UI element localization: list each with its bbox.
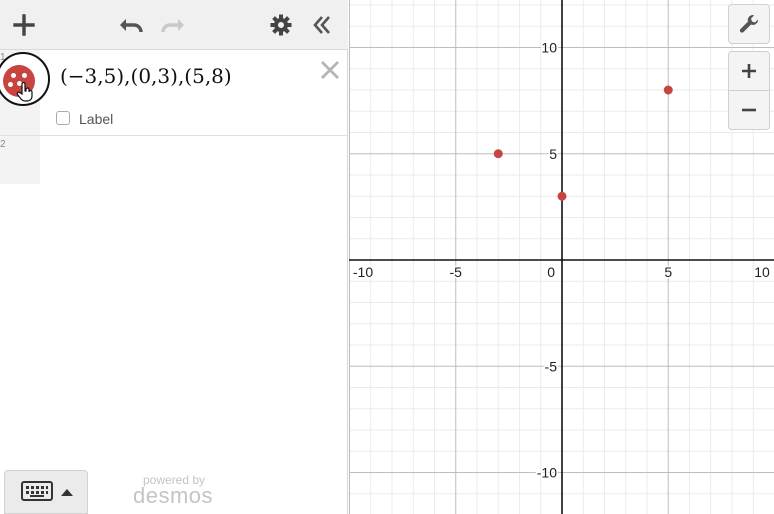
- redo-icon: [161, 19, 184, 33]
- empty-expression-row[interactable]: [40, 136, 348, 184]
- undo-icon: [120, 19, 143, 33]
- y-tick-label: 10: [541, 40, 557, 56]
- keyboard-toggle-button[interactable]: [4, 470, 88, 514]
- redo-button[interactable]: [156, 8, 190, 42]
- keyboard-icon: [21, 481, 53, 501]
- label-checkbox[interactable]: [56, 111, 70, 125]
- delete-expression-icon[interactable]: [318, 58, 342, 82]
- expression-row[interactable]: [0, 50, 348, 136]
- desmos-logo[interactable]: desmos: [128, 483, 218, 509]
- expression-toolbar: [0, 0, 348, 50]
- x-tick-label: 0: [547, 264, 555, 280]
- settings-button[interactable]: [264, 8, 298, 42]
- x-tick-label: 5: [664, 264, 672, 280]
- wrench-icon: [739, 14, 759, 33]
- x-tick-label: 10: [754, 264, 770, 280]
- zoom-in-button[interactable]: [728, 51, 770, 91]
- zoom-out-button[interactable]: [728, 90, 770, 130]
- zoom-out-icon: [742, 108, 756, 112]
- expression-panel: 1 (−3,5),(0,3),(5,8) Label 2 powered by …: [0, 0, 348, 514]
- x-tick-label: -10: [353, 264, 373, 280]
- expression-input[interactable]: (−3,5),(0,3),(5,8): [60, 64, 232, 88]
- graph-canvas[interactable]: -10 -5 0 5 10 10 5 -5 -10: [349, 0, 774, 514]
- x-tick-label: -5: [450, 264, 463, 280]
- zoom-in-icon: [742, 64, 756, 78]
- plus-icon: [13, 14, 35, 36]
- graph-settings-button[interactable]: [728, 4, 770, 44]
- add-item-button[interactable]: [7, 8, 41, 42]
- undo-button[interactable]: [114, 8, 148, 42]
- hand-pointer-icon: [16, 82, 33, 102]
- y-tick-label: -5: [545, 358, 558, 374]
- y-tick-label: 5: [549, 146, 557, 162]
- data-point: [663, 85, 673, 95]
- y-tick-label: -10: [537, 465, 557, 481]
- label-checkbox-text: Label: [79, 111, 114, 127]
- collapse-panel-button[interactable]: [305, 8, 339, 42]
- data-point: [493, 149, 503, 159]
- data-point: [557, 191, 567, 201]
- graph-paper[interactable]: -10 -5 0 5 10 10 5 -5 -10: [349, 0, 774, 514]
- expression-index: 2: [0, 139, 6, 150]
- gear-icon: [270, 14, 292, 36]
- caret-up-icon: [61, 489, 73, 496]
- collapse-icon: [313, 16, 330, 34]
